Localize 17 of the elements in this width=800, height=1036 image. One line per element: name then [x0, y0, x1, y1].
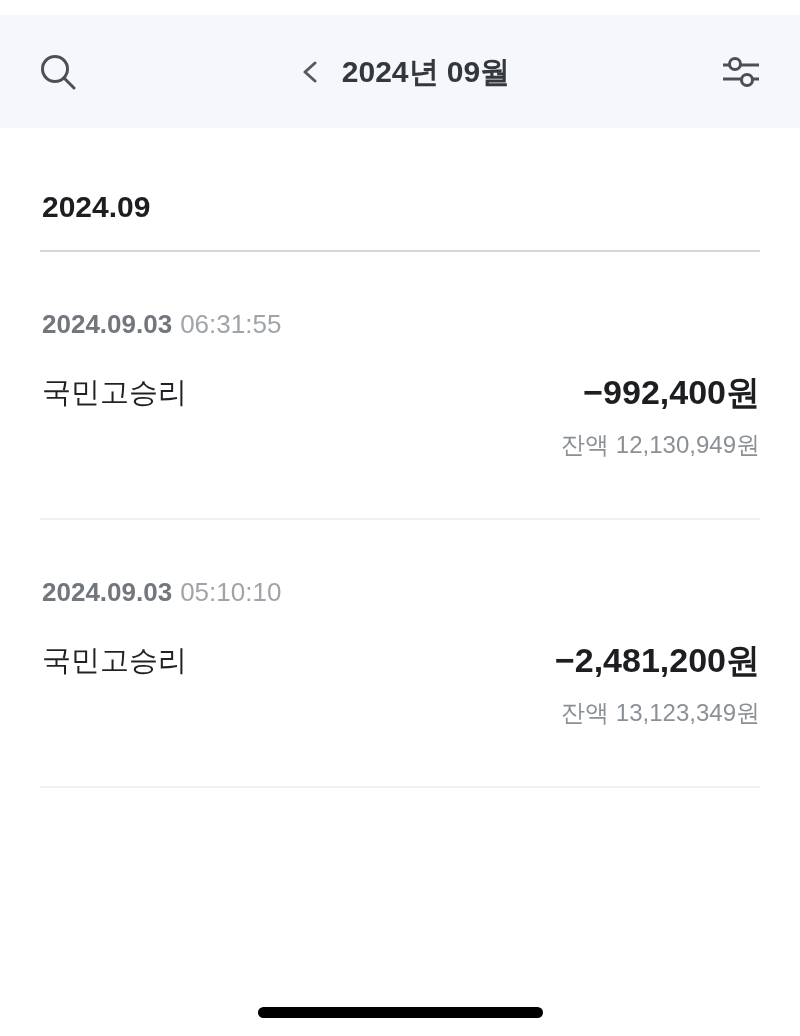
- transaction-item[interactable]: 2024.09.03 06:31:55 국민고승리 −992,400원 잔액 12,130,949원: [40, 252, 760, 520]
- transaction-item[interactable]: 2024.09.03 05:10:10 국민고승리 −2,481,200원 잔액 13,123,349원: [40, 520, 760, 788]
- merchant-name: 국민고승리: [42, 375, 187, 410]
- month-title: 2024년 09월: [341, 53, 511, 90]
- back-chevron-icon[interactable]: [301, 60, 318, 83]
- balance-text: 잔액 12,130,949원: [561, 430, 760, 460]
- transaction-time: 06:31:55: [180, 308, 282, 341]
- search-icon[interactable]: [40, 53, 76, 90]
- transaction-date: 2024.09.03: [42, 576, 173, 609]
- transaction-amount: −2,481,200원: [554, 640, 760, 681]
- filter-sliders-icon[interactable]: [722, 56, 760, 87]
- month-heading: 2024.09: [41, 189, 152, 225]
- transaction-time: 05:10:10: [180, 576, 282, 609]
- transaction-amount: −992,400원: [583, 372, 760, 413]
- balance-text: 잔액 13,123,349원: [561, 698, 760, 728]
- transaction-date: 2024.09.03: [42, 308, 173, 341]
- merchant-name: 국민고승리: [42, 643, 187, 678]
